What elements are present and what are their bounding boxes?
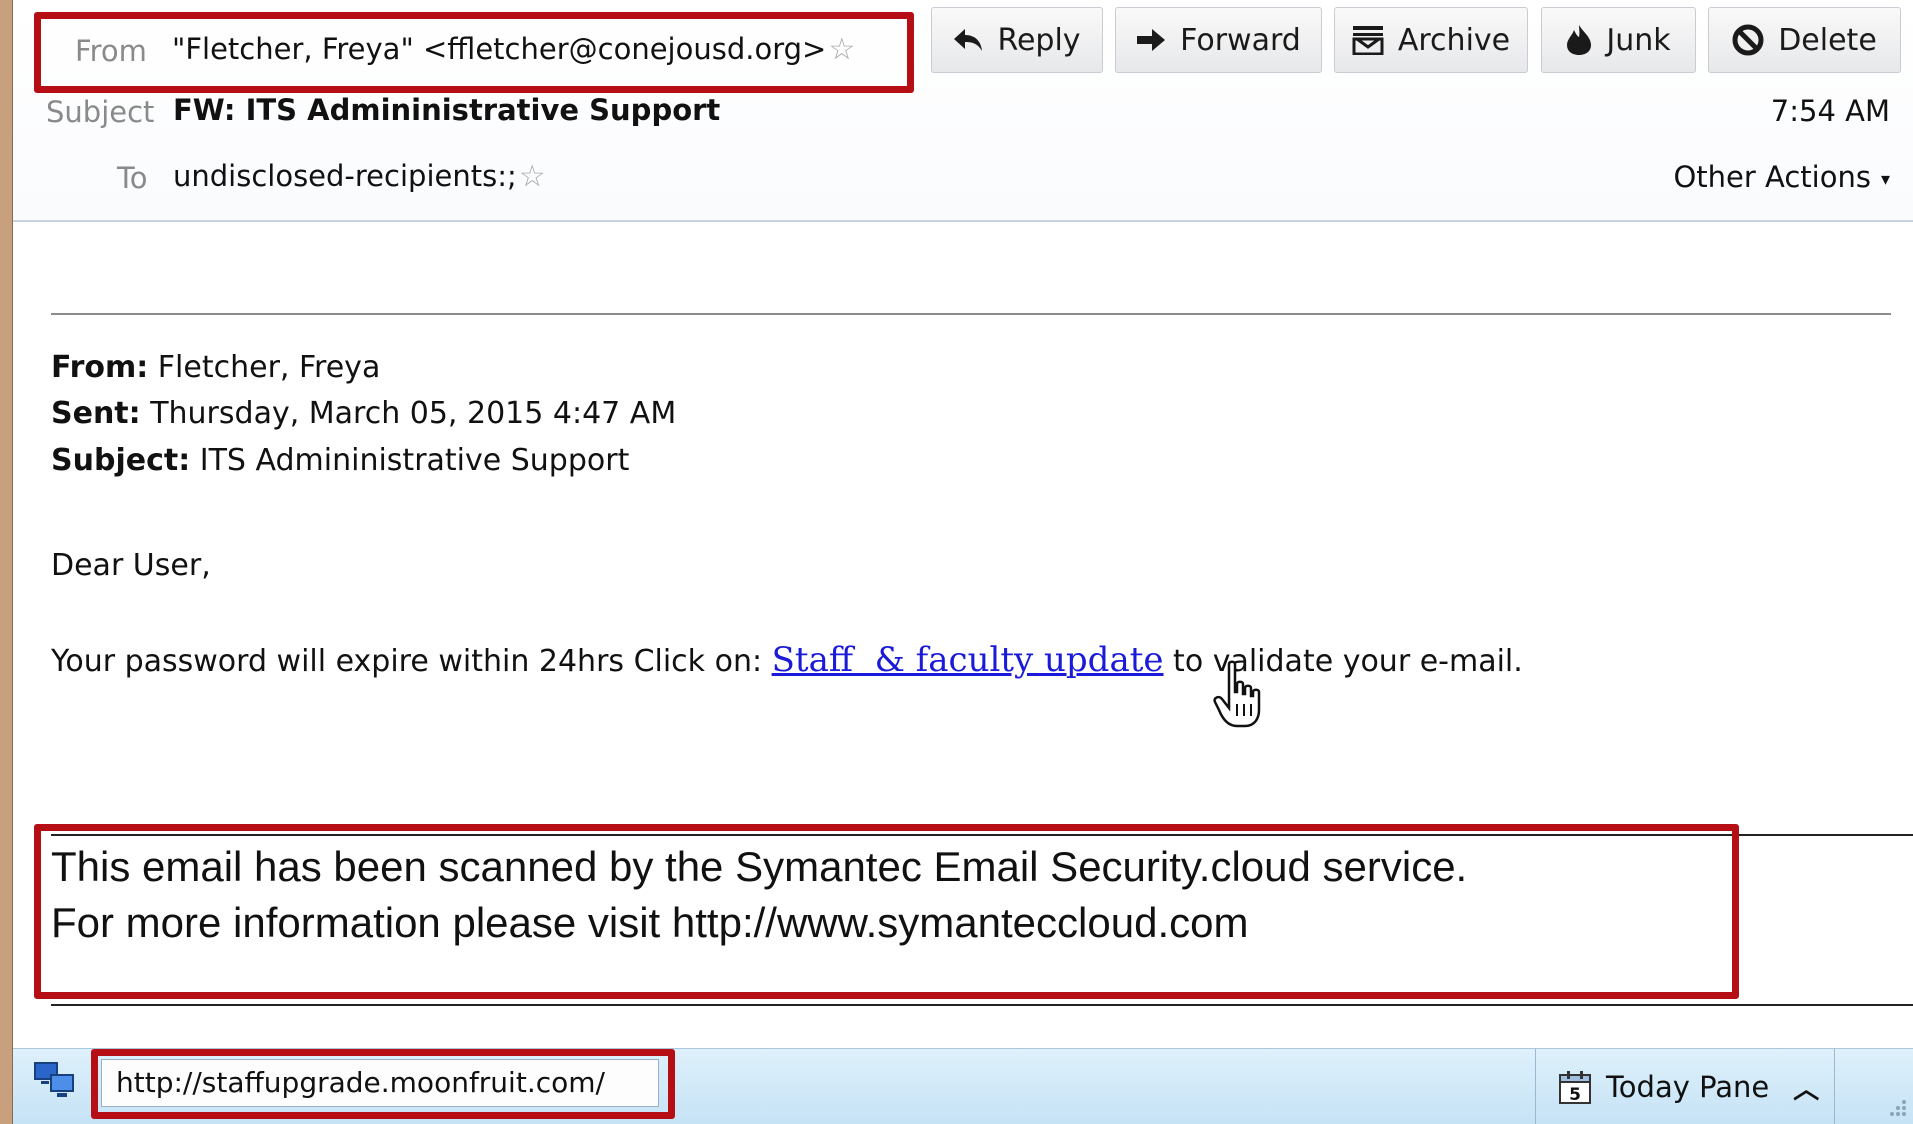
email-window: From "Fletcher, Freya" <ffletcher@conejo…	[12, 0, 1913, 1124]
scan-notice-line2: For more information please visit http:/…	[51, 899, 1249, 946]
other-actions-label[interactable]: Other Actions	[1673, 160, 1871, 194]
forwarded-subject-label: Subject:	[51, 443, 191, 478]
to-address[interactable]: undisclosed-recipients:;☆	[173, 159, 546, 194]
divider	[51, 313, 1891, 315]
reply-button[interactable]: Reply	[931, 7, 1103, 73]
to-address-text[interactable]: undisclosed-recipients:;	[173, 159, 517, 193]
subject-value: FW: ITS Admininistrative Support	[173, 93, 721, 127]
status-url: http://staffupgrade.moonfruit.com/	[101, 1059, 659, 1107]
network-icon[interactable]	[33, 1061, 77, 1101]
forwarded-from-value: Fletcher, Freya	[157, 350, 381, 385]
status-bar: http://staffupgrade.moonfruit.com/ 5 Tod…	[13, 1048, 1913, 1124]
reply-label[interactable]: Reply	[997, 23, 1080, 58]
forwarded-subject: Subject: ITS Admininistrative Support	[51, 443, 629, 478]
to-label: To	[117, 161, 148, 195]
message-header: From "Fletcher, Freya" <ffletcher@conejo…	[13, 0, 1913, 222]
calendar-day: 5	[1569, 1085, 1581, 1105]
junk-button[interactable]: Junk	[1541, 7, 1696, 73]
star-icon[interactable]: ☆	[519, 159, 546, 194]
junk-label[interactable]: Junk	[1606, 23, 1670, 58]
from-address[interactable]: "Fletcher, Freya" <ffletcher@conejousd.o…	[172, 32, 855, 67]
caret-down-icon[interactable]: ▾	[1881, 169, 1890, 190]
junk-icon	[1567, 25, 1592, 55]
from-address-text[interactable]: "Fletcher, Freya" <ffletcher@conejousd.o…	[172, 32, 826, 66]
subject-label: Subject	[46, 95, 155, 129]
forwarded-from-label: From:	[51, 350, 149, 385]
forwarded-sent-value: Thursday, March 05, 2015 4:47 AM	[150, 396, 677, 431]
today-pane-label[interactable]: Today Pane	[1606, 1070, 1769, 1104]
greeting: Dear User,	[51, 548, 211, 583]
forwarded-from: From: Fletcher, Freya	[51, 350, 380, 385]
today-pane-button[interactable]: 5 Today Pane ︿	[1535, 1049, 1835, 1124]
delete-label[interactable]: Delete	[1778, 23, 1877, 58]
from-label: From	[75, 34, 147, 68]
body-paragraph: Your password will expire within 24hrs C…	[51, 640, 1523, 680]
forwarded-sent-label: Sent:	[51, 396, 141, 431]
star-icon[interactable]: ☆	[828, 32, 855, 67]
resize-grip-icon[interactable]	[1886, 1096, 1908, 1118]
forward-label[interactable]: Forward	[1180, 23, 1301, 58]
hand-cursor-icon	[1213, 660, 1261, 728]
archive-icon	[1352, 26, 1384, 55]
archive-label[interactable]: Archive	[1398, 23, 1510, 58]
chevron-up-icon[interactable]: ︿	[1793, 1069, 1819, 1106]
message-time: 7:54 AM	[1770, 94, 1890, 128]
forwarded-subject-value: ITS Admininistrative Support	[199, 443, 630, 478]
scan-notice-line1: This email has been scanned by the Syman…	[51, 843, 1468, 890]
divider	[51, 1004, 1913, 1006]
forward-icon	[1137, 29, 1166, 51]
forwarded-sent: Sent: Thursday, March 05, 2015 4:47 AM	[51, 396, 676, 431]
delete-button[interactable]: Delete	[1708, 7, 1901, 73]
archive-button[interactable]: Archive	[1334, 7, 1528, 73]
calendar-icon: 5	[1559, 1071, 1591, 1105]
divider	[51, 834, 1913, 836]
reply-icon	[954, 29, 983, 51]
forward-button[interactable]: Forward	[1115, 7, 1322, 73]
delete-icon	[1732, 24, 1764, 56]
other-actions-menu[interactable]: Other Actions ▾	[1673, 160, 1890, 194]
body-text-before: Your password will expire within 24hrs C…	[51, 644, 772, 679]
staff-faculty-update-link[interactable]: Staff & faculty update	[772, 640, 1164, 680]
